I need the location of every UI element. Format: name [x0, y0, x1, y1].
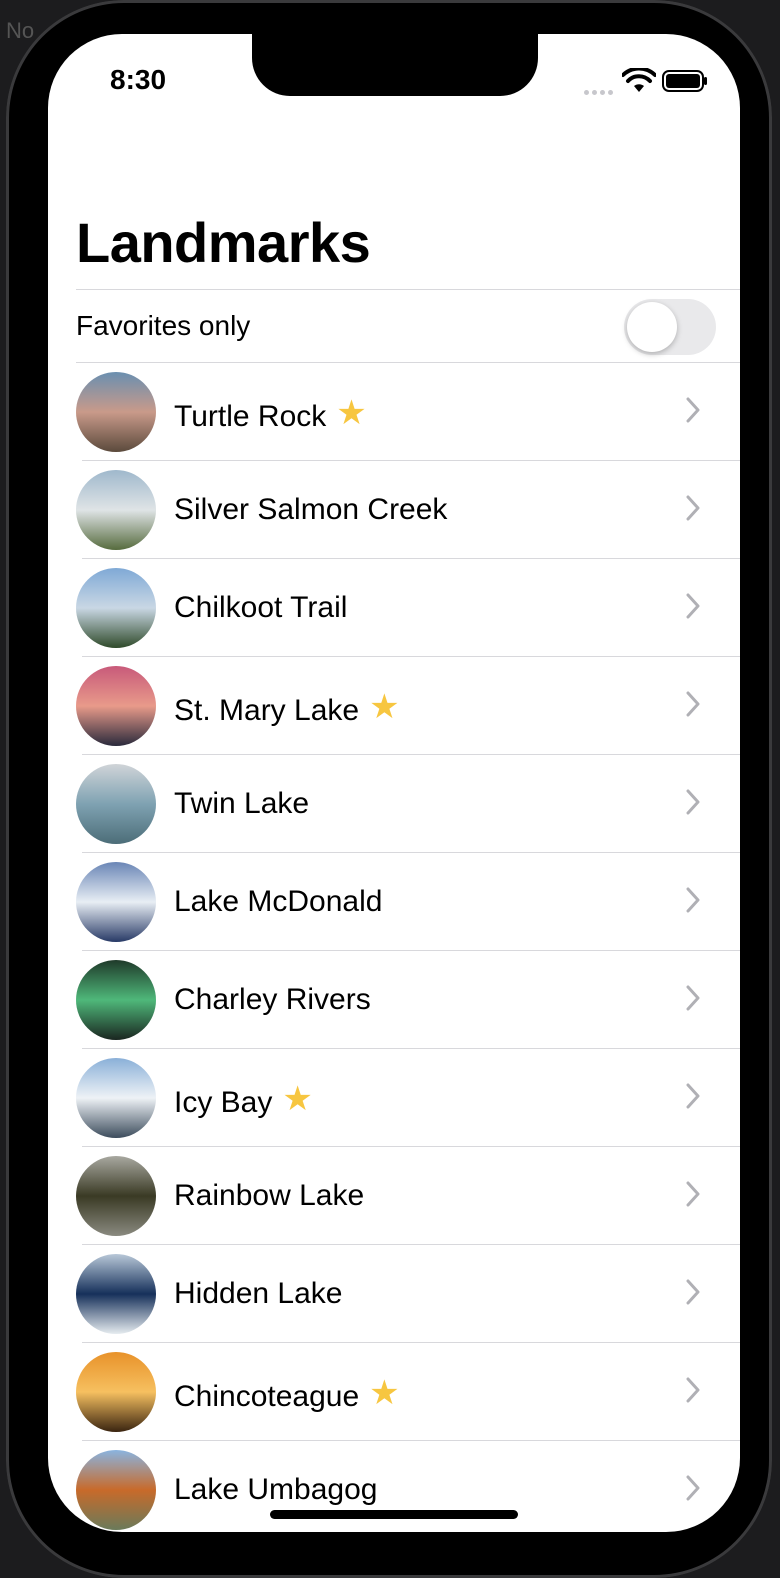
chevron-right-icon: [686, 1377, 700, 1403]
landmark-name-container: Lake McDonald: [174, 885, 382, 919]
battery-icon: [662, 70, 707, 92]
landmark-row[interactable]: St. Mary Lake ★: [48, 657, 740, 755]
landmark-thumbnail: [76, 1058, 156, 1138]
landmark-name: Rainbow Lake: [174, 1179, 365, 1212]
landmark-thumbnail: [76, 372, 156, 452]
landmark-name-container: Turtle Rock ★: [174, 394, 367, 435]
landmark-name-container: Silver Salmon Creek: [174, 493, 447, 527]
landmark-list: Turtle Rock ★ Silver Salmon Creek Chilkoot …: [48, 363, 740, 1532]
landmark-thumbnail: [76, 960, 156, 1040]
chevron-right-icon: [686, 1475, 700, 1501]
chevron-right-icon: [686, 789, 700, 815]
device-frame: 8:30 Landmarks Favorites only Turtle Roc…: [6, 0, 772, 1578]
home-indicator[interactable]: [270, 1510, 518, 1519]
landmark-row[interactable]: Hidden Lake: [48, 1245, 740, 1343]
landmark-thumbnail: [76, 470, 156, 550]
page-title: Landmarks: [76, 211, 371, 274]
chevron-right-icon: [686, 985, 700, 1011]
favorites-filter-row: Favorites only: [48, 290, 740, 362]
favorite-star-icon: ★: [282, 1080, 313, 1118]
favorite-star-icon: ★: [369, 688, 400, 726]
background-window-label: No: [6, 18, 35, 43]
landmark-name-container: Chincoteague ★: [174, 1374, 400, 1415]
landmark-name: Charley Rivers: [174, 983, 371, 1016]
landmark-thumbnail: [76, 862, 156, 942]
favorite-star-icon: ★: [336, 394, 367, 432]
landmark-name: Lake McDonald: [174, 885, 383, 918]
toggle-knob: [627, 302, 677, 352]
chevron-right-icon: [686, 1279, 700, 1305]
landmark-row[interactable]: Charley Rivers: [48, 951, 740, 1049]
device-notch: [252, 34, 538, 96]
landmark-name-container: Charley Rivers: [174, 983, 371, 1017]
landmark-name: Lake Umbagog: [174, 1473, 378, 1506]
landmark-row[interactable]: Turtle Rock ★: [48, 363, 740, 461]
landmark-thumbnail: [76, 1254, 156, 1334]
wifi-icon: [622, 68, 656, 92]
landmark-name-container: Lake Umbagog: [174, 1473, 377, 1507]
landmark-row[interactable]: Icy Bay ★: [48, 1049, 740, 1147]
landmark-name: Chilkoot Trail: [174, 591, 348, 624]
chevron-right-icon: [686, 593, 700, 619]
landmark-name-container: Chilkoot Trail: [174, 591, 347, 625]
landmark-name: Icy Bay: [174, 1086, 273, 1119]
chevron-right-icon: [686, 397, 700, 423]
landmark-thumbnail: [76, 1156, 156, 1236]
landmark-thumbnail: [76, 1450, 156, 1530]
landmark-thumbnail: [76, 666, 156, 746]
landmark-row[interactable]: Silver Salmon Creek: [48, 461, 740, 559]
favorites-toggle[interactable]: [624, 299, 716, 355]
chevron-right-icon: [686, 495, 700, 521]
landmark-name: Hidden Lake: [174, 1277, 343, 1310]
landmark-thumbnail: [76, 1352, 156, 1432]
landmark-row[interactable]: Chincoteague ★: [48, 1343, 740, 1441]
favorite-star-icon: ★: [369, 1374, 400, 1412]
chevron-right-icon: [686, 691, 700, 717]
landmark-name: St. Mary Lake: [174, 694, 360, 727]
landmark-row[interactable]: Lake McDonald: [48, 853, 740, 951]
landmark-name: Turtle Rock: [174, 400, 327, 433]
chevron-right-icon: [686, 1083, 700, 1109]
landmark-row[interactable]: Rainbow Lake: [48, 1147, 740, 1245]
landmark-name-container: St. Mary Lake ★: [174, 688, 400, 729]
status-time: 8:30: [110, 64, 167, 95]
landmark-name: Twin Lake: [174, 787, 310, 820]
landmark-name: Chincoteague: [174, 1380, 360, 1413]
chevron-right-icon: [686, 887, 700, 913]
landmark-name-container: Hidden Lake: [174, 1277, 342, 1311]
landmark-thumbnail: [76, 764, 156, 844]
landmark-row[interactable]: Chilkoot Trail: [48, 559, 740, 657]
landmark-name: Silver Salmon Creek: [174, 493, 448, 526]
landmark-name-container: Rainbow Lake: [174, 1179, 364, 1213]
landmark-name-container: Icy Bay ★: [174, 1080, 313, 1121]
favorites-filter-label: Favorites only: [76, 310, 251, 341]
landmark-thumbnail: [76, 568, 156, 648]
app-screen: 8:30 Landmarks Favorites only Turtle Roc…: [48, 34, 740, 1532]
landmark-row[interactable]: Twin Lake: [48, 755, 740, 853]
landmark-name-container: Twin Lake: [174, 787, 309, 821]
cellular-signal-icon: [584, 82, 616, 100]
chevron-right-icon: [686, 1181, 700, 1207]
